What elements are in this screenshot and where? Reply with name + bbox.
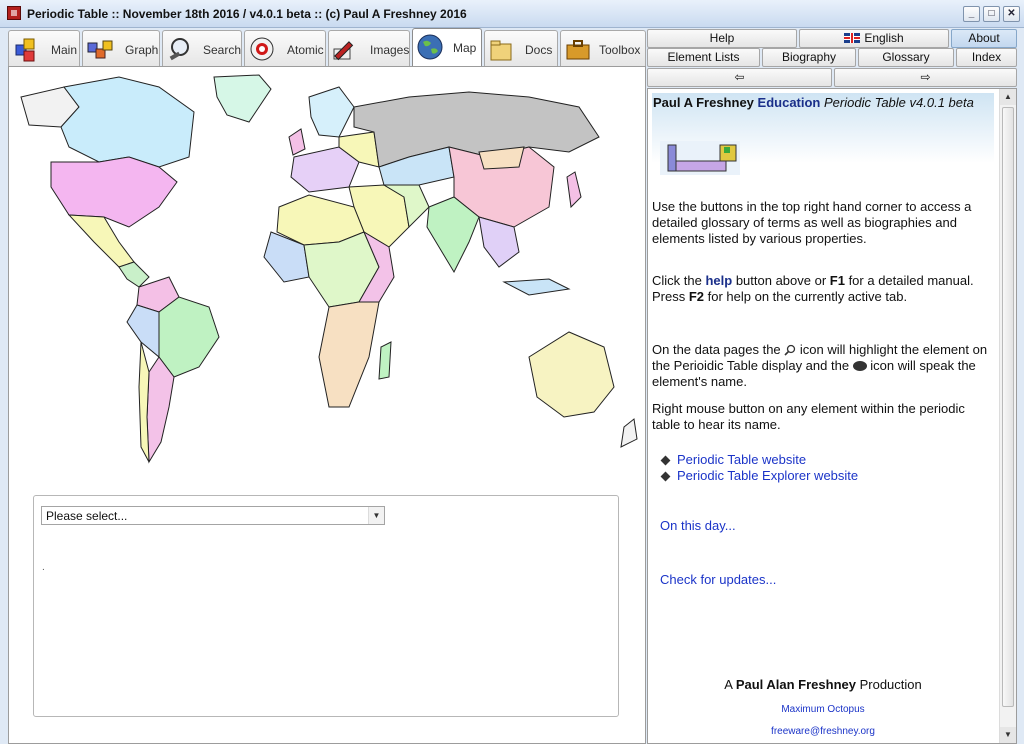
header-name: Paul A Freshney bbox=[653, 95, 754, 110]
speech-bubble-icon bbox=[852, 361, 867, 371]
tab-docs-label: Docs bbox=[525, 43, 553, 57]
map-region-madagascar[interactable] bbox=[378, 341, 392, 380]
on-this-day-link[interactable]: On this day... bbox=[660, 518, 736, 533]
map-region-brazil[interactable] bbox=[158, 296, 220, 378]
tab-map[interactable]: Map bbox=[412, 28, 482, 66]
biography-button[interactable]: Biography bbox=[762, 48, 856, 67]
atom-icon bbox=[250, 37, 274, 61]
help-button[interactable]: Help bbox=[647, 29, 797, 48]
header-education: Education bbox=[757, 95, 821, 110]
scroll-up-icon[interactable]: ▲ bbox=[1000, 89, 1016, 105]
about-header: Paul A Freshney Education Periodic Table… bbox=[652, 93, 994, 175]
tab-atomic[interactable]: Atomic bbox=[244, 30, 326, 66]
about-button[interactable]: About bbox=[951, 29, 1017, 48]
minimize-button[interactable]: _ bbox=[963, 6, 980, 22]
tab-toolbox[interactable]: Toolbox bbox=[560, 30, 646, 66]
production-credit: A Paul Alan Freshney Production bbox=[724, 677, 922, 692]
periodic-table-logo-icon bbox=[660, 141, 740, 175]
title-bar: Periodic Table :: November 18th 2016 / v… bbox=[0, 0, 1024, 28]
close-button[interactable]: ✕ bbox=[1003, 6, 1020, 22]
country-select-value: Please select... bbox=[46, 509, 128, 523]
world-map[interactable] bbox=[9, 67, 645, 471]
maximize-button[interactable]: □ bbox=[983, 6, 1000, 22]
about-paragraph-1: Use the buttons in the top right hand co… bbox=[652, 199, 972, 246]
tab-search-label: Search bbox=[203, 43, 242, 57]
maximum-octopus-link[interactable]: Maximum Octopus bbox=[648, 704, 998, 715]
map-region-chile[interactable] bbox=[138, 341, 150, 463]
window-title: Periodic Table :: November 18th 2016 / v… bbox=[27, 7, 467, 21]
tab-toolbox-label: Toolbox bbox=[599, 43, 641, 57]
tab-images[interactable]: Images bbox=[328, 30, 410, 66]
check-updates-link[interactable]: Check for updates... bbox=[660, 572, 776, 587]
map-region-central-america[interactable] bbox=[118, 261, 150, 288]
toolbox-icon bbox=[566, 40, 590, 60]
country-select[interactable]: Please select... ▼ bbox=[41, 506, 385, 525]
glossary-button[interactable]: Glossary bbox=[858, 48, 954, 67]
tab-images-label: Images bbox=[370, 43, 410, 57]
map-region-canada[interactable] bbox=[60, 76, 195, 168]
tab-docs[interactable]: Docs bbox=[484, 30, 558, 66]
chevron-down-icon[interactable]: ▼ bbox=[368, 507, 384, 524]
map-region-greenland[interactable] bbox=[213, 74, 272, 123]
tab-main[interactable]: Main bbox=[8, 30, 80, 66]
periodic-table-explorer-link[interactable]: Periodic Table Explorer website bbox=[677, 468, 858, 483]
app-icon bbox=[7, 6, 21, 20]
uk-flag-icon bbox=[844, 33, 861, 43]
tab-graph[interactable]: Graph bbox=[82, 30, 160, 66]
map-region-australia[interactable] bbox=[528, 331, 615, 418]
scroll-thumb[interactable] bbox=[1002, 107, 1014, 707]
about-paragraph-4: Right mouse button on any element within… bbox=[652, 401, 965, 432]
map-region-uk[interactable] bbox=[288, 128, 306, 156]
english-label: English bbox=[864, 31, 904, 45]
about-paragraph-3: On the data pages the icon will highligh… bbox=[652, 342, 988, 389]
tab-atomic-label: Atomic bbox=[287, 43, 324, 57]
bullet-icon bbox=[660, 471, 671, 482]
graph-icon bbox=[87, 40, 113, 59]
map-region-southern-africa[interactable] bbox=[318, 301, 380, 408]
back-button[interactable]: ⇦ bbox=[647, 68, 832, 87]
tab-map-label: Map bbox=[453, 41, 477, 55]
tab-graph-label: Graph bbox=[125, 43, 159, 57]
map-region-indonesia[interactable] bbox=[502, 278, 571, 296]
map-region-scandinavia[interactable] bbox=[308, 86, 355, 138]
english-button[interactable]: English bbox=[799, 29, 949, 48]
scroll-down-icon[interactable]: ▼ bbox=[1000, 727, 1016, 743]
tab-search[interactable]: Search bbox=[162, 30, 242, 66]
about-header-title: Paul A Freshney Education Periodic Table… bbox=[653, 95, 993, 111]
map-region-argentina[interactable] bbox=[146, 356, 175, 464]
map-tab-panel: Please select... ▼ . bbox=[8, 66, 646, 744]
globe-icon bbox=[417, 34, 443, 60]
pen-icon bbox=[333, 41, 354, 61]
tab-main-label: Main bbox=[51, 43, 78, 57]
help-keyword: help bbox=[705, 273, 733, 288]
country-info-box: Please select... ▼ . bbox=[33, 495, 619, 717]
bullet-icon bbox=[660, 455, 671, 466]
magnifier-icon bbox=[784, 344, 796, 356]
email-link[interactable]: freeware@freshney.org bbox=[648, 726, 998, 737]
header-product: Periodic Table v4.0.1 beta bbox=[824, 95, 974, 110]
index-button[interactable]: Index bbox=[956, 48, 1017, 67]
forward-button[interactable]: ⇨ bbox=[834, 68, 1017, 87]
blocks-icon bbox=[15, 38, 35, 62]
info-text: . bbox=[42, 562, 45, 573]
element-lists-button[interactable]: Element Lists bbox=[647, 48, 760, 67]
main-tab-bar: Main Graph Search Atomic Images Map Docs… bbox=[8, 28, 646, 66]
about-paragraph-2: Click the help button above or F1 for a … bbox=[652, 273, 974, 304]
folder-icon bbox=[490, 40, 512, 61]
map-region-japan[interactable] bbox=[566, 171, 582, 209]
about-panel: Paul A Freshney Education Periodic Table… bbox=[647, 88, 1017, 744]
magnifier-icon bbox=[169, 38, 189, 61]
periodic-table-website-link[interactable]: Periodic Table website bbox=[677, 452, 806, 467]
map-region-new-zealand[interactable] bbox=[620, 418, 638, 448]
about-scrollbar[interactable]: ▲ ▼ bbox=[999, 89, 1016, 743]
